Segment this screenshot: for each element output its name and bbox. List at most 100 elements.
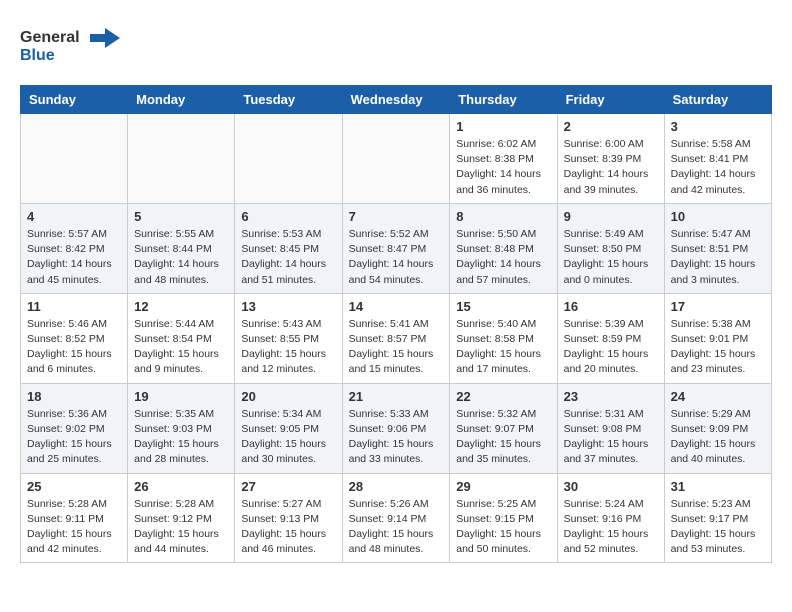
day-number: 19 xyxy=(134,389,228,404)
day-info: Sunrise: 5:40 AMSunset: 8:58 PMDaylight:… xyxy=(456,317,550,378)
day-info: Sunrise: 5:52 AMSunset: 8:47 PMDaylight:… xyxy=(349,227,444,288)
day-number: 2 xyxy=(564,119,658,134)
day-info: Sunrise: 5:27 AMSunset: 9:13 PMDaylight:… xyxy=(241,497,335,558)
calendar-cell xyxy=(342,114,450,204)
day-number: 9 xyxy=(564,209,658,224)
calendar-week-row: 1Sunrise: 6:02 AMSunset: 8:38 PMDaylight… xyxy=(21,114,772,204)
calendar-cell: 10 Sunrise: 5:47 AMSunset: 8:51 PMDayligh… xyxy=(664,203,771,293)
day-header-wednesday: Wednesday xyxy=(342,86,450,114)
calendar-cell: 27 Sunrise: 5:27 AMSunset: 9:13 PMDayligh… xyxy=(235,473,342,563)
day-number: 23 xyxy=(564,389,658,404)
day-number: 20 xyxy=(241,389,335,404)
day-info: Sunrise: 5:47 AMSunset: 8:51 PMDaylight:… xyxy=(671,227,765,288)
calendar-cell: 24 Sunrise: 5:29 AMSunset: 9:09 PMDayligh… xyxy=(664,383,771,473)
calendar-cell: 16 Sunrise: 5:39 AMSunset: 8:59 PMDayligh… xyxy=(557,293,664,383)
calendar-cell: 26 Sunrise: 5:28 AMSunset: 9:12 PMDayligh… xyxy=(128,473,235,563)
day-info: Sunrise: 5:24 AMSunset: 9:16 PMDaylight:… xyxy=(564,497,658,558)
day-number: 15 xyxy=(456,299,550,314)
calendar-cell: 1Sunrise: 6:02 AMSunset: 8:38 PMDaylight… xyxy=(450,114,557,204)
day-number: 7 xyxy=(349,209,444,224)
day-number: 13 xyxy=(241,299,335,314)
calendar-cell: 17 Sunrise: 5:38 AMSunset: 9:01 PMDayligh… xyxy=(664,293,771,383)
calendar-header-row: SundayMondayTuesdayWednesdayThursdayFrid… xyxy=(21,86,772,114)
day-info: Sunrise: 5:28 AMSunset: 9:12 PMDaylight:… xyxy=(134,497,228,558)
calendar-week-row: 11Sunrise: 5:46 AMSunset: 8:52 PMDayligh… xyxy=(21,293,772,383)
day-number: 18 xyxy=(27,389,121,404)
day-number: 3 xyxy=(671,119,765,134)
day-info: Sunrise: 5:34 AMSunset: 9:05 PMDaylight:… xyxy=(241,407,335,468)
calendar-cell: 31 Sunrise: 5:23 AMSunset: 9:17 PMDayligh… xyxy=(664,473,771,563)
day-number: 5 xyxy=(134,209,228,224)
calendar-cell: 5 Sunrise: 5:55 AMSunset: 8:44 PMDaylight… xyxy=(128,203,235,293)
day-info: Sunrise: 5:31 AMSunset: 9:08 PMDaylight:… xyxy=(564,407,658,468)
day-info: Sunrise: 5:25 AMSunset: 9:15 PMDaylight:… xyxy=(456,497,550,558)
calendar-cell: 14 Sunrise: 5:41 AMSunset: 8:57 PMDayligh… xyxy=(342,293,450,383)
calendar-cell: 21Sunrise: 5:33 AMSunset: 9:06 PMDayligh… xyxy=(342,383,450,473)
day-info: Sunrise: 5:36 AMSunset: 9:02 PMDaylight:… xyxy=(27,407,121,468)
day-info: Sunrise: 5:26 AMSunset: 9:14 PMDaylight:… xyxy=(349,497,444,558)
day-number: 4 xyxy=(27,209,121,224)
day-info: Sunrise: 5:58 AMSunset: 8:41 PMDaylight:… xyxy=(671,137,765,198)
calendar-cell: 11Sunrise: 5:46 AMSunset: 8:52 PMDayligh… xyxy=(21,293,128,383)
calendar-cell: 30 Sunrise: 5:24 AMSunset: 9:16 PMDayligh… xyxy=(557,473,664,563)
calendar-cell: 12Sunrise: 5:44 AMSunset: 8:54 PMDayligh… xyxy=(128,293,235,383)
day-number: 26 xyxy=(134,479,228,494)
day-header-sunday: Sunday xyxy=(21,86,128,114)
day-info: Sunrise: 5:29 AMSunset: 9:09 PMDaylight:… xyxy=(671,407,765,468)
day-number: 30 xyxy=(564,479,658,494)
day-number: 22 xyxy=(456,389,550,404)
day-info: Sunrise: 5:41 AMSunset: 8:57 PMDaylight:… xyxy=(349,317,444,378)
calendar-cell: 28 Sunrise: 5:26 AMSunset: 9:14 PMDayligh… xyxy=(342,473,450,563)
day-info: Sunrise: 6:00 AMSunset: 8:39 PMDaylight:… xyxy=(564,137,658,198)
calendar-week-row: 18 Sunrise: 5:36 AMSunset: 9:02 PMDayligh… xyxy=(21,383,772,473)
day-info: Sunrise: 5:53 AMSunset: 8:45 PMDaylight:… xyxy=(241,227,335,288)
day-header-monday: Monday xyxy=(128,86,235,114)
day-info: Sunrise: 5:28 AMSunset: 9:11 PMDaylight:… xyxy=(27,497,121,558)
day-number: 21 xyxy=(349,389,444,404)
day-info: Sunrise: 5:39 AMSunset: 8:59 PMDaylight:… xyxy=(564,317,658,378)
calendar-cell: 23 Sunrise: 5:31 AMSunset: 9:08 PMDayligh… xyxy=(557,383,664,473)
calendar-cell: 15 Sunrise: 5:40 AMSunset: 8:58 PMDayligh… xyxy=(450,293,557,383)
day-number: 16 xyxy=(564,299,658,314)
svg-text:Blue: Blue xyxy=(20,47,55,64)
day-info: Sunrise: 5:49 AMSunset: 8:50 PMDaylight:… xyxy=(564,227,658,288)
day-header-friday: Friday xyxy=(557,86,664,114)
day-info: Sunrise: 5:38 AMSunset: 9:01 PMDaylight:… xyxy=(671,317,765,378)
calendar-cell: 3 Sunrise: 5:58 AMSunset: 8:41 PMDaylight… xyxy=(664,114,771,204)
calendar-cell: 4 Sunrise: 5:57 AMSunset: 8:42 PMDaylight… xyxy=(21,203,128,293)
day-number: 25 xyxy=(27,479,121,494)
day-info: Sunrise: 5:55 AMSunset: 8:44 PMDaylight:… xyxy=(134,227,228,288)
day-info: Sunrise: 5:43 AMSunset: 8:55 PMDaylight:… xyxy=(241,317,335,378)
day-number: 17 xyxy=(671,299,765,314)
day-info: Sunrise: 5:32 AMSunset: 9:07 PMDaylight:… xyxy=(456,407,550,468)
day-number: 1 xyxy=(456,119,550,134)
day-info: Sunrise: 5:50 AMSunset: 8:48 PMDaylight:… xyxy=(456,227,550,288)
calendar-cell: 29 Sunrise: 5:25 AMSunset: 9:15 PMDayligh… xyxy=(450,473,557,563)
day-number: 11 xyxy=(27,299,121,314)
day-number: 24 xyxy=(671,389,765,404)
calendar-cell: 2 Sunrise: 6:00 AMSunset: 8:39 PMDaylight… xyxy=(557,114,664,204)
logo-svg: General Blue xyxy=(20,20,130,70)
calendar-cell xyxy=(21,114,128,204)
calendar-cell: 13 Sunrise: 5:43 AMSunset: 8:55 PMDayligh… xyxy=(235,293,342,383)
day-info: Sunrise: 5:23 AMSunset: 9:17 PMDaylight:… xyxy=(671,497,765,558)
calendar-cell xyxy=(128,114,235,204)
day-info: Sunrise: 5:35 AMSunset: 9:03 PMDaylight:… xyxy=(134,407,228,468)
logo: General Blue xyxy=(20,20,130,75)
day-number: 28 xyxy=(349,479,444,494)
page-header: General Blue xyxy=(20,20,772,75)
day-header-saturday: Saturday xyxy=(664,86,771,114)
calendar-cell: 22 Sunrise: 5:32 AMSunset: 9:07 PMDayligh… xyxy=(450,383,557,473)
calendar-cell: 7 Sunrise: 5:52 AMSunset: 8:47 PMDaylight… xyxy=(342,203,450,293)
calendar-week-row: 4 Sunrise: 5:57 AMSunset: 8:42 PMDaylight… xyxy=(21,203,772,293)
day-info: Sunrise: 5:44 AMSunset: 8:54 PMDaylight:… xyxy=(134,317,228,378)
calendar-week-row: 25 Sunrise: 5:28 AMSunset: 9:11 PMDayligh… xyxy=(21,473,772,563)
day-number: 31 xyxy=(671,479,765,494)
calendar-cell: 25 Sunrise: 5:28 AMSunset: 9:11 PMDayligh… xyxy=(21,473,128,563)
day-number: 14 xyxy=(349,299,444,314)
day-number: 29 xyxy=(456,479,550,494)
day-number: 10 xyxy=(671,209,765,224)
day-info: Sunrise: 5:57 AMSunset: 8:42 PMDaylight:… xyxy=(27,227,121,288)
calendar-cell: 18 Sunrise: 5:36 AMSunset: 9:02 PMDayligh… xyxy=(21,383,128,473)
day-number: 27 xyxy=(241,479,335,494)
